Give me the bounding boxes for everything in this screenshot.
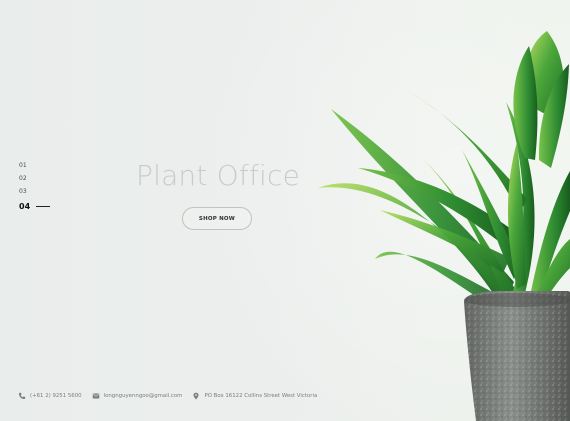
slide-nav-item-1[interactable]: 01 (19, 160, 50, 170)
slide-number-1: 01 (19, 161, 27, 169)
email-contact[interactable]: longnguyenngoo@gmail.com (92, 392, 183, 400)
slide-nav-item-4-active[interactable]: 04 (19, 201, 51, 211)
active-slide-indicator (36, 205, 51, 207)
slide-nav-item-2[interactable]: 02 (19, 173, 50, 183)
slide-nav-item-3[interactable]: 03 (19, 186, 50, 196)
phone-text: (+61 2) 9251 5600 (30, 393, 82, 399)
address-text: PO Box 16122 Collins Street West Victori… (204, 393, 318, 399)
slide-number-3: 03 (19, 187, 27, 195)
phone-icon (18, 392, 26, 400)
slide-pagination: 01 02 03 04 (19, 160, 51, 211)
footer-contacts: (+61 2) 9251 5600 longnguyenngoo@gmail.c… (18, 392, 317, 400)
slide-number-4: 04 (19, 201, 31, 211)
shop-now-button[interactable]: SHOP NOW (182, 207, 252, 230)
slide-number-2: 02 (19, 174, 27, 182)
hero-section: 01 02 03 04 Plant Office SHOP NOW (+61 2… (0, 0, 570, 421)
location-pin-icon (192, 392, 200, 400)
envelope-icon (92, 392, 100, 400)
address-contact[interactable]: PO Box 16122 Collins Street West Victori… (192, 392, 317, 400)
hero-title: Plant Office (136, 159, 301, 192)
plant-image (288, 0, 570, 421)
phone-contact[interactable]: (+61 2) 9251 5600 (18, 392, 82, 400)
plant-illustration (318, 31, 570, 421)
email-text: longnguyenngoo@gmail.com (103, 393, 183, 399)
